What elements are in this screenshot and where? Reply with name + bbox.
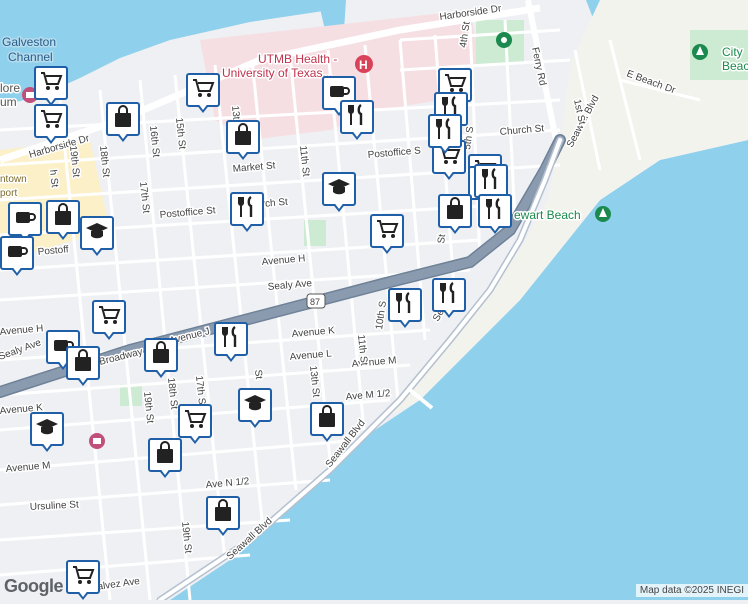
school-icon	[326, 174, 352, 205]
poi-utmb-line2: University of Texas...	[222, 66, 332, 80]
restaurant-icon	[432, 116, 458, 147]
poi-marker-restaurant[interactable]	[432, 278, 470, 322]
restaurant-icon	[482, 196, 508, 227]
park-pin-icon	[496, 32, 512, 48]
poi-marker-shopping[interactable]	[106, 102, 144, 146]
poi-marker-school[interactable]	[30, 412, 68, 456]
cart-icon	[38, 68, 64, 99]
district-downtown-line1: ntown	[0, 174, 27, 185]
poi-marker-grocery[interactable]	[370, 214, 408, 258]
restaurant-icon	[436, 280, 462, 311]
poi-marker-school[interactable]	[322, 172, 360, 216]
restaurant-icon	[234, 194, 260, 225]
bag-icon	[230, 122, 256, 153]
bag-icon	[70, 348, 96, 379]
bag-icon	[442, 196, 468, 227]
poi-museum-line2: um	[0, 95, 17, 109]
bag-icon	[152, 440, 178, 471]
bag-icon	[50, 202, 76, 233]
poi-marker-shopping[interactable]	[206, 496, 244, 540]
route-87-shield: 87	[306, 293, 326, 309]
poi-marker-shopping[interactable]	[310, 402, 348, 446]
poi-marker-shopping[interactable]	[148, 438, 186, 482]
restaurant-icon	[218, 324, 244, 355]
poi-museum-line1: lore	[0, 81, 20, 95]
poi-marker-restaurant[interactable]	[214, 322, 252, 366]
coffee-icon	[12, 204, 38, 235]
google-logo[interactable]: Google	[4, 576, 64, 597]
restaurant-icon	[478, 166, 504, 197]
poi-marker-restaurant[interactable]	[340, 100, 378, 144]
svg-text:H: H	[359, 58, 368, 72]
restaurant-icon	[392, 290, 418, 321]
water-label-channel: Channel	[8, 50, 53, 64]
poi-marker-restaurant[interactable]	[428, 114, 466, 158]
restaurant-icon	[344, 102, 370, 133]
poi-marker-shopping[interactable]	[438, 194, 476, 238]
hospital-icon: H	[355, 55, 373, 73]
poi-marker-school[interactable]	[80, 216, 118, 260]
poi-marker-cafe[interactable]	[0, 236, 38, 280]
poi-marker-shopping[interactable]	[226, 120, 264, 164]
cart-icon	[38, 106, 64, 137]
poi-city-beach-line1: City	[722, 45, 743, 59]
cart-icon	[374, 216, 400, 247]
water-label-galveston: Galveston	[2, 35, 56, 49]
poi-marker-shopping[interactable]	[144, 338, 182, 382]
poi-marker-restaurant[interactable]	[388, 288, 426, 332]
poi-marker-grocery[interactable]	[66, 560, 104, 604]
poi-marker-grocery[interactable]	[34, 104, 72, 148]
poi-utmb-line1: UTMB Health -	[258, 52, 337, 66]
cart-icon	[96, 302, 122, 333]
svg-text:St: St	[252, 369, 264, 380]
bag-icon	[148, 340, 174, 371]
poi-marker-grocery[interactable]	[186, 73, 224, 117]
cart-icon	[70, 562, 96, 593]
bag-icon	[314, 404, 340, 435]
district-downtown-line2: port	[0, 188, 17, 199]
bag-icon	[210, 498, 236, 529]
poi-marker-grocery[interactable]	[92, 300, 130, 344]
poi-marker-restaurant[interactable]	[478, 194, 516, 238]
poi-marker-shopping[interactable]	[66, 346, 104, 390]
coffee-icon	[4, 238, 30, 269]
poi-marker-school[interactable]	[238, 388, 276, 432]
map-attribution[interactable]: Map data ©2025 INEGI	[635, 584, 748, 597]
school-icon	[34, 414, 60, 445]
cart-icon	[182, 406, 208, 437]
cart-icon	[190, 75, 216, 106]
school-icon	[84, 218, 110, 249]
poi-stewart-beach: ewart Beach	[514, 208, 581, 222]
poi-marker-restaurant[interactable]	[230, 192, 268, 236]
bag-icon	[110, 104, 136, 135]
svg-text:h St: h St	[47, 169, 60, 188]
poi-city-beach-line2: Beac	[722, 59, 748, 73]
museum-icon-2	[89, 433, 105, 449]
poi-marker-shopping[interactable]	[46, 200, 84, 244]
school-icon	[242, 390, 268, 421]
tree-icon	[692, 44, 708, 60]
svg-text:87: 87	[310, 297, 320, 307]
tree-icon-stewart	[595, 206, 611, 222]
